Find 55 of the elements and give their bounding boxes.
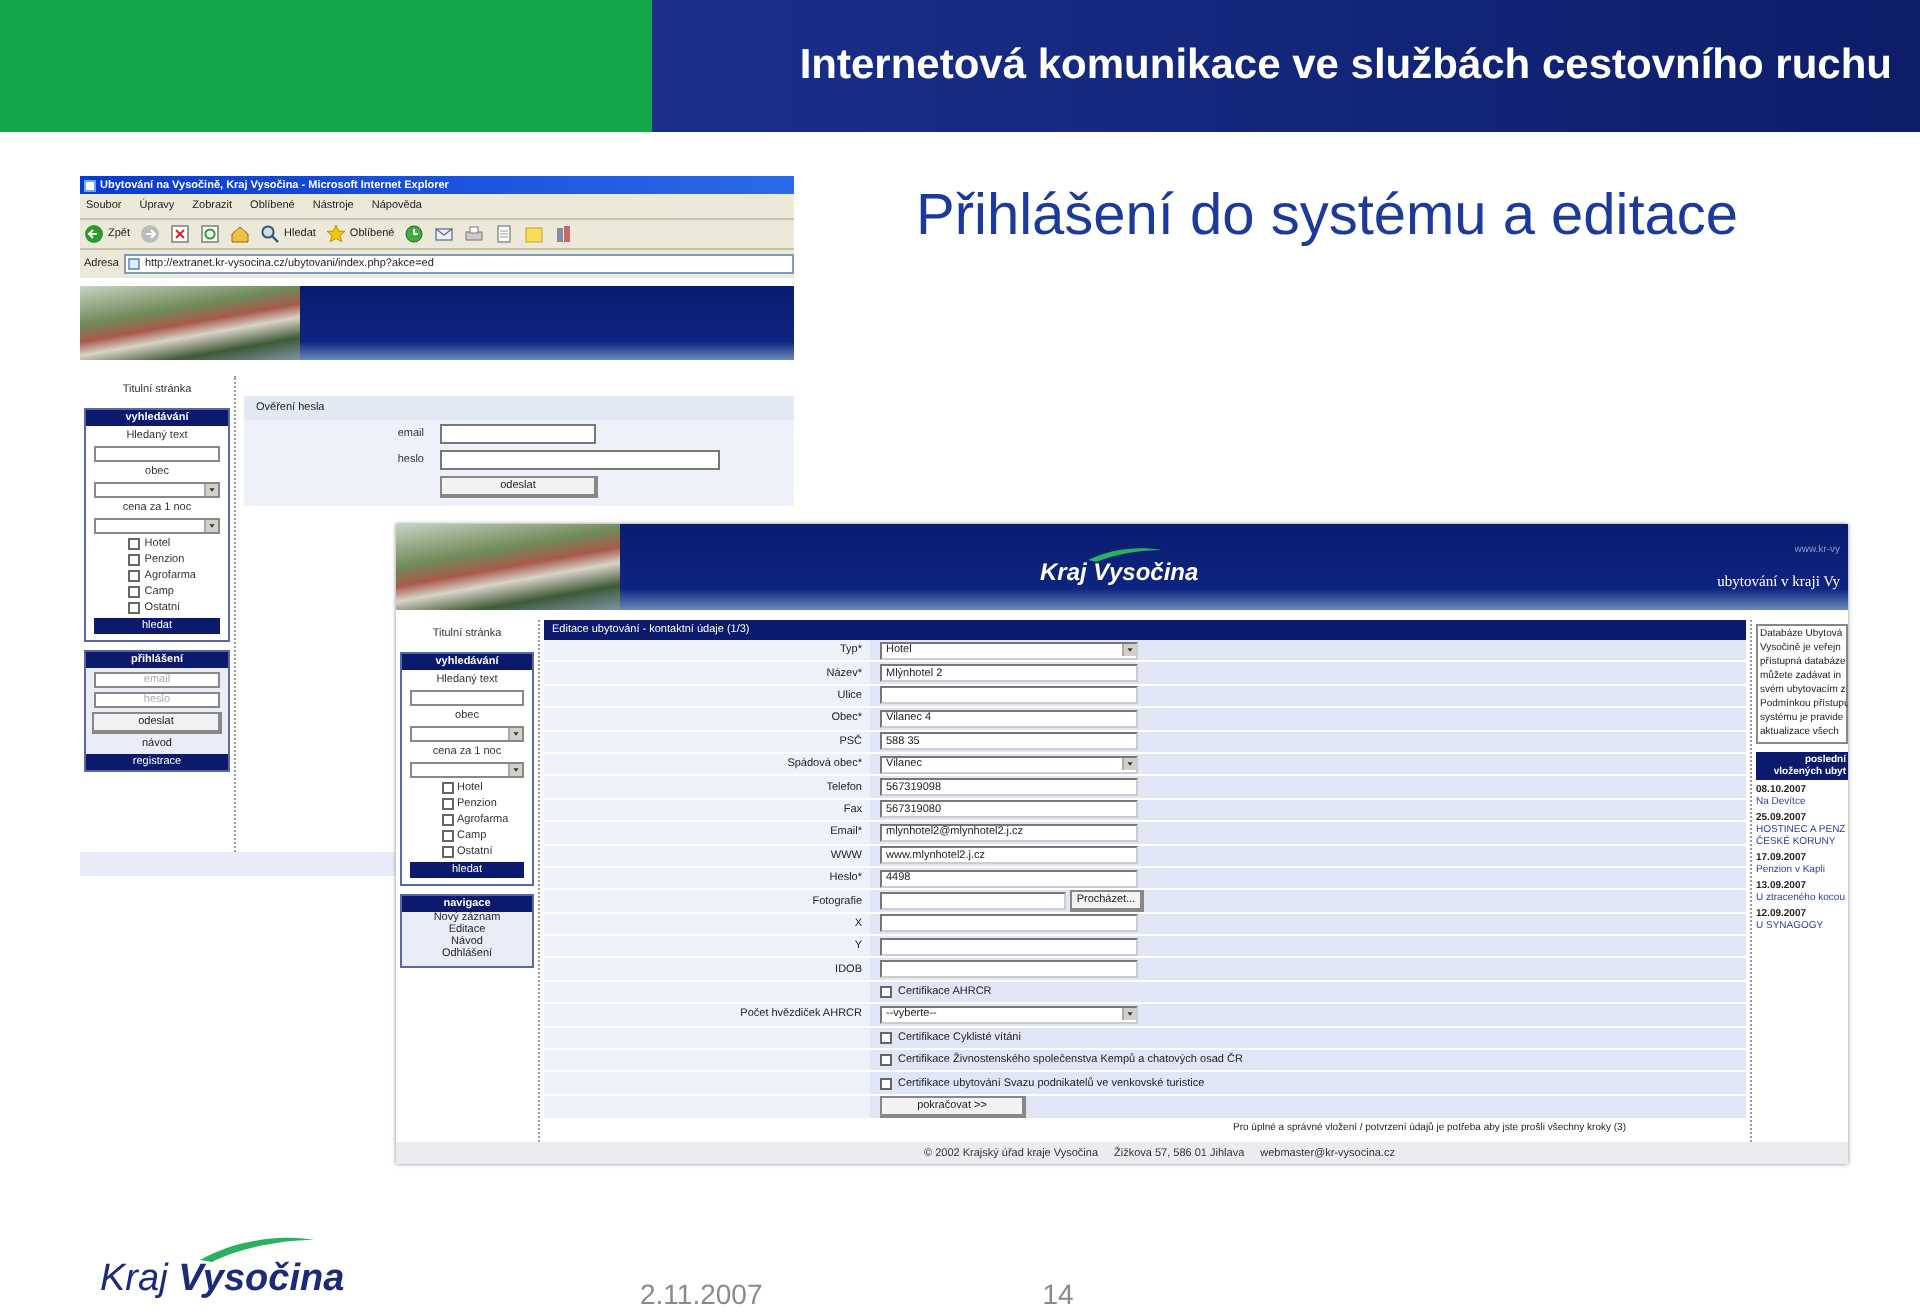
input-field[interactable] [409,690,525,706]
input-field[interactable] [440,424,596,444]
page-number: 14 [1042,1278,1074,1310]
dropdown[interactable] [409,726,525,742]
caret-icon [203,484,218,496]
checkbox[interactable] [880,986,892,999]
checkbox[interactable] [441,846,453,858]
header-title: Internetová komunikace ve službách cestovního ruchu [799,42,1892,90]
checkbox[interactable] [128,586,141,598]
caret-icon [1122,644,1136,657]
caret-icon [508,764,523,776]
input-field[interactable] [880,686,1138,705]
checkbox[interactable] [880,1054,892,1067]
history-icon[interactable] [404,224,425,244]
input-field[interactable] [880,892,1066,911]
dropdown[interactable] [409,762,525,778]
checkbox[interactable] [441,798,453,810]
dropdown[interactable] [94,482,220,498]
refresh-icon[interactable] [200,224,221,244]
input-field[interactable] [880,960,1138,979]
page-icon [84,179,96,191]
caret-icon [508,728,523,740]
caret-icon [1122,1008,1136,1021]
back-icon[interactable] [84,224,104,244]
checkbox[interactable] [441,814,453,826]
checkbox[interactable] [880,1031,892,1044]
document-icon[interactable] [494,224,515,244]
input-field[interactable] [440,450,720,470]
caret-icon [1122,758,1136,771]
checkbox[interactable] [128,570,141,582]
input-field[interactable] [94,446,220,462]
page-icon [128,258,141,270]
checkbox[interactable] [441,830,453,842]
input-field[interactable] [880,914,1138,933]
star-icon[interactable] [325,224,346,244]
checkbox[interactable] [880,1077,892,1090]
swoosh-icon [1084,546,1164,562]
checkbox[interactable] [128,538,141,550]
slide-date: 2.11.2007 [640,1278,763,1310]
home-icon[interactable] [230,224,251,244]
logo-swoosh-icon [196,1234,316,1262]
dropdown[interactable] [94,518,220,534]
printer-icon[interactable] [464,224,485,244]
checkbox[interactable] [441,782,453,794]
input-field[interactable] [880,937,1138,956]
logo-text: Kraj Vysočina [100,1258,345,1302]
site-logo: Kraj Vysočina [1040,558,1199,586]
mail-icon[interactable] [434,224,455,244]
caret-icon [203,520,218,532]
checkbox[interactable] [128,554,141,566]
stop-icon[interactable] [170,224,191,244]
slide-title: Přihlášení do systému a editace [916,184,1739,250]
checkbox[interactable] [128,602,141,614]
books-icon[interactable] [554,224,575,244]
search-icon[interactable] [260,224,281,244]
